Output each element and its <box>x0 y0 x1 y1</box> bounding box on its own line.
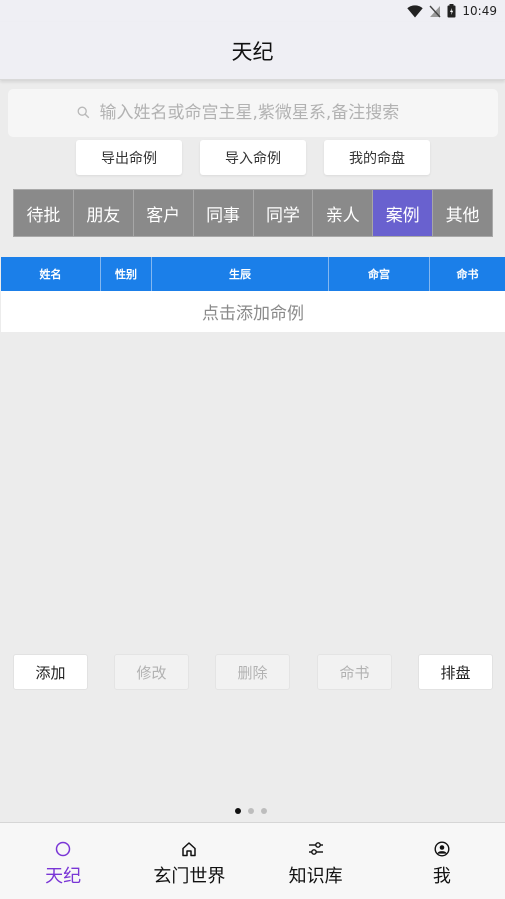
import-cases-button[interactable]: 导入命例 <box>200 140 306 175</box>
search-input[interactable] <box>99 103 430 123</box>
app-header: 天纪 <box>0 22 505 80</box>
home-icon <box>181 841 197 857</box>
add-button[interactable]: 添加 <box>13 654 88 690</box>
tab-pending[interactable]: 待批 <box>14 190 74 236</box>
status-bar: 10:49 <box>0 0 505 22</box>
nav-item-tianji[interactable]: 天纪 <box>0 823 126 899</box>
circle-icon <box>55 841 71 857</box>
column-header-gender[interactable]: 性别 <box>101 257 152 291</box>
search-bar[interactable] <box>8 89 498 137</box>
tab-classmates[interactable]: 同学 <box>253 190 314 236</box>
arrange-chart-button[interactable]: 排盘 <box>418 654 493 690</box>
destiny-book-button[interactable]: 命书 <box>317 654 392 690</box>
delete-button[interactable]: 删除 <box>215 654 290 690</box>
export-cases-button[interactable]: 导出命例 <box>76 140 182 175</box>
my-chart-button[interactable]: 我的命盘 <box>324 140 430 175</box>
bottom-navigation: 天纪 玄门世界 知识库 我 <box>0 822 505 899</box>
page-dot[interactable] <box>235 808 241 814</box>
sliders-icon <box>308 841 324 857</box>
nav-label: 玄门世界 <box>153 866 226 887</box>
nav-label: 知识库 <box>288 866 343 887</box>
edit-button[interactable]: 修改 <box>114 654 189 690</box>
page-title: 天纪 <box>231 39 274 64</box>
page-dot[interactable] <box>248 808 254 814</box>
wifi-icon <box>407 4 424 18</box>
category-tabs: 待批 朋友 客户 同事 同学 亲人 案例 其他 <box>13 189 493 237</box>
column-header-destiny-book[interactable]: 命书 <box>430 257 505 291</box>
battery-icon <box>447 4 456 18</box>
tab-other[interactable]: 其他 <box>433 190 492 236</box>
empty-table-add-prompt[interactable]: 点击添加命例 <box>1 291 505 332</box>
tab-cases[interactable]: 案例 <box>373 190 434 236</box>
user-circle-icon <box>434 841 450 857</box>
column-header-birth[interactable]: 生辰 <box>152 257 329 291</box>
nav-item-world[interactable]: 玄门世界 <box>126 823 252 899</box>
nav-label: 天纪 <box>45 866 82 887</box>
status-time: 10:49 <box>462 4 497 18</box>
nav-label: 我 <box>432 866 451 887</box>
tab-clients[interactable]: 客户 <box>133 190 194 236</box>
page-indicator <box>235 808 267 814</box>
tab-relatives[interactable]: 亲人 <box>313 190 374 236</box>
page-dot[interactable] <box>261 808 267 814</box>
column-header-life-palace[interactable]: 命宫 <box>329 257 430 291</box>
tab-friends[interactable]: 朋友 <box>73 190 134 236</box>
cases-table-header: 姓名 性别 生辰 命宫 命书 <box>1 257 505 291</box>
nav-item-me[interactable]: 我 <box>379 823 505 899</box>
nav-item-knowledge[interactable]: 知识库 <box>253 823 379 899</box>
column-header-name[interactable]: 姓名 <box>1 257 101 291</box>
search-icon <box>77 104 90 123</box>
no-signal-icon <box>429 5 441 18</box>
tab-colleagues[interactable]: 同事 <box>193 190 254 236</box>
